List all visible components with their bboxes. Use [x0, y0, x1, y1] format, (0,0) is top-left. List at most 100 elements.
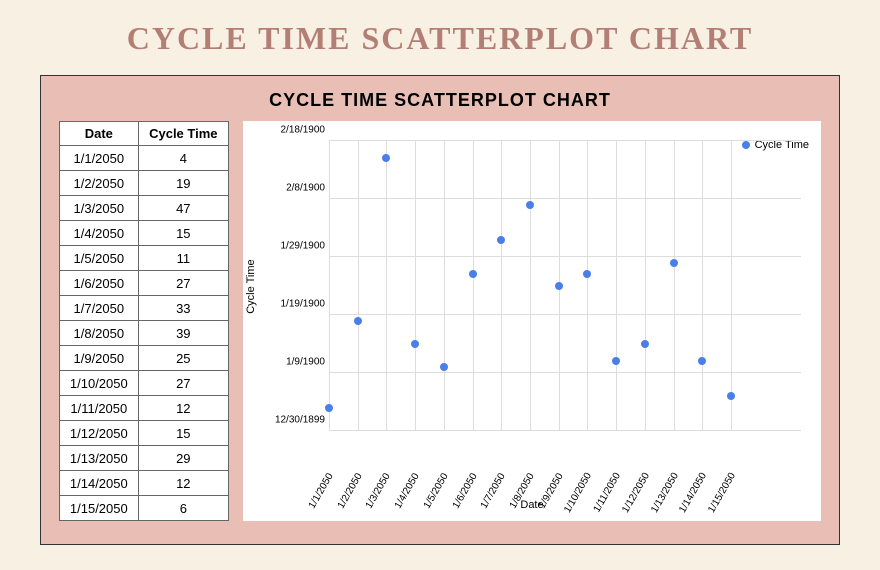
cell-date: 1/12/2050: [60, 421, 139, 446]
gridline-v: [415, 141, 416, 431]
gridline-v: [358, 141, 359, 431]
gridline-v: [386, 141, 387, 431]
chart-title: CYCLE TIME SCATTERPLOT CHART: [59, 90, 821, 111]
cell-cycle-time: 15: [138, 421, 228, 446]
cell-date: 1/1/2050: [60, 146, 139, 171]
cell-cycle-time: 19: [138, 171, 228, 196]
data-point: [698, 357, 706, 365]
table-row: 1/5/205011: [60, 246, 229, 271]
cell-cycle-time: 4: [138, 146, 228, 171]
y-tick-label: 1/19/1900: [269, 299, 325, 310]
cell-cycle-time: 39: [138, 321, 228, 346]
gridline-v: [702, 141, 703, 431]
page-title: CYCLE TIME SCATTERPLOT CHART: [40, 20, 840, 57]
gridline-v: [444, 141, 445, 431]
x-tick-label: 1/14/2050: [677, 471, 709, 515]
x-tick-label: 1/5/2050: [422, 471, 451, 510]
table-row: 1/11/205012: [60, 396, 229, 421]
table-row: 1/9/205025: [60, 346, 229, 371]
cell-date: 1/7/2050: [60, 296, 139, 321]
y-axis-label: Cycle Time: [245, 259, 257, 313]
gridline-v: [616, 141, 617, 431]
table-row: 1/7/205033: [60, 296, 229, 321]
data-point: [497, 236, 505, 244]
data-point: [612, 357, 620, 365]
cell-cycle-time: 47: [138, 196, 228, 221]
x-tick-label: 1/11/2050: [592, 471, 623, 514]
x-tick-label: 1/9/2050: [536, 471, 565, 510]
x-tick-label: 1/6/2050: [450, 471, 479, 510]
cell-date: 1/8/2050: [60, 321, 139, 346]
x-tick-label: 1/15/2050: [706, 471, 738, 515]
data-point: [727, 392, 735, 400]
data-point: [411, 340, 419, 348]
x-tick-label: 1/2/2050: [335, 471, 364, 510]
cell-cycle-time: 6: [138, 496, 228, 521]
chart-area: Cycle Time Cycle Time Date 12/30/18991/9…: [243, 121, 821, 521]
gridline-v: [731, 141, 732, 431]
data-point: [325, 404, 333, 412]
cell-date: 1/5/2050: [60, 246, 139, 271]
cell-date: 1/3/2050: [60, 196, 139, 221]
cell-date: 1/14/2050: [60, 471, 139, 496]
y-tick-label: 12/30/1899: [269, 415, 325, 426]
legend-marker-icon: [742, 141, 750, 149]
cell-cycle-time: 12: [138, 396, 228, 421]
data-point: [469, 270, 477, 278]
cell-cycle-time: 33: [138, 296, 228, 321]
table-row: 1/15/20506: [60, 496, 229, 521]
cell-date: 1/11/2050: [60, 396, 139, 421]
table-row: 1/8/205039: [60, 321, 229, 346]
cell-date: 1/4/2050: [60, 221, 139, 246]
table-row: 1/2/205019: [60, 171, 229, 196]
table-row: 1/1/20504: [60, 146, 229, 171]
table-row: 1/6/205027: [60, 271, 229, 296]
cell-cycle-time: 27: [138, 271, 228, 296]
table-row: 1/13/205029: [60, 446, 229, 471]
gridline-v: [530, 141, 531, 431]
gridline-v: [329, 141, 330, 431]
cell-cycle-time: 25: [138, 346, 228, 371]
x-tick-label: 1/1/2050: [307, 471, 336, 510]
data-point: [641, 340, 649, 348]
gridline-v: [473, 141, 474, 431]
table-row: 1/14/205012: [60, 471, 229, 496]
x-tick-label: 1/13/2050: [649, 471, 681, 515]
col-header-date: Date: [60, 122, 139, 146]
cell-cycle-time: 29: [138, 446, 228, 471]
x-tick-label: 1/7/2050: [479, 471, 508, 510]
x-tick-label: 1/3/2050: [364, 471, 393, 510]
data-point: [526, 201, 534, 209]
gridline-v: [587, 141, 588, 431]
data-point: [583, 270, 591, 278]
y-tick-label: 1/9/1900: [269, 357, 325, 368]
data-point: [354, 317, 362, 325]
table-row: 1/3/205047: [60, 196, 229, 221]
cell-cycle-time: 11: [138, 246, 228, 271]
table-header-row: Date Cycle Time: [60, 122, 229, 146]
data-table: Date Cycle Time 1/1/205041/2/2050191/3/2…: [59, 121, 229, 521]
cell-cycle-time: 27: [138, 371, 228, 396]
col-header-cycle-time: Cycle Time: [138, 122, 228, 146]
cell-date: 1/9/2050: [60, 346, 139, 371]
table-row: 1/12/205015: [60, 421, 229, 446]
gridline-v: [645, 141, 646, 431]
cell-date: 1/10/2050: [60, 371, 139, 396]
x-tick-label: 1/12/2050: [620, 471, 652, 515]
data-point: [382, 154, 390, 162]
gridline-v: [674, 141, 675, 431]
cell-date: 1/6/2050: [60, 271, 139, 296]
gridline-v: [501, 141, 502, 431]
cell-cycle-time: 12: [138, 471, 228, 496]
content-row: Date Cycle Time 1/1/205041/2/2050191/3/2…: [59, 121, 821, 521]
plot-region: 12/30/18991/9/19001/19/19001/29/19002/8/…: [329, 141, 731, 431]
y-tick-label: 2/8/1900: [269, 183, 325, 194]
table-row: 1/4/205015: [60, 221, 229, 246]
data-point: [440, 363, 448, 371]
x-tick-label: 1/4/2050: [393, 471, 422, 510]
data-point: [670, 259, 678, 267]
cell-date: 1/2/2050: [60, 171, 139, 196]
cell-date: 1/13/2050: [60, 446, 139, 471]
cell-date: 1/15/2050: [60, 496, 139, 521]
y-tick-label: 2/18/1900: [269, 125, 325, 136]
